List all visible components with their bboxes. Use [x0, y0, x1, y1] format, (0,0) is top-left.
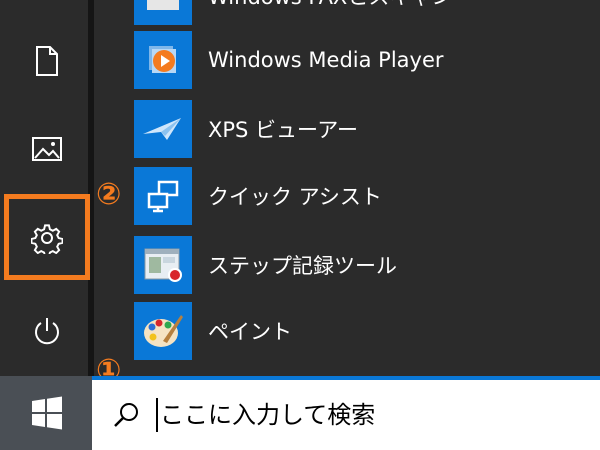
windows-logo-icon [32, 396, 62, 430]
text-caret [156, 398, 158, 432]
app-label: クイック アシスト [208, 185, 382, 209]
xps-viewer-icon [134, 100, 192, 158]
app-label: Windows FAXとスキャン [208, 0, 452, 11]
app-item-quick-assist[interactable]: クイック アシスト [134, 163, 594, 229]
app-item-paint[interactable]: ペイント [134, 298, 594, 364]
settings-button[interactable] [0, 205, 94, 271]
search-icon [112, 401, 140, 429]
taskbar [0, 376, 600, 450]
gear-icon [31, 224, 63, 254]
power-button[interactable] [0, 298, 94, 364]
app-item-fax-scan[interactable]: Windows FAXとスキャン [134, 0, 594, 29]
steps-recorder-icon [134, 236, 192, 294]
start-button[interactable] [0, 376, 94, 450]
app-label: Windows Media Player [208, 48, 444, 72]
power-icon [35, 318, 59, 345]
pictures-button[interactable] [0, 116, 94, 182]
app-item-xps-viewer[interactable]: XPS ビューアー [134, 96, 594, 162]
media-player-icon [134, 31, 192, 89]
search-box[interactable] [92, 376, 600, 450]
search-input[interactable] [160, 401, 540, 429]
app-label: ペイント [208, 320, 292, 344]
documents-button[interactable] [0, 28, 94, 94]
app-label: XPS ビューアー [208, 118, 358, 142]
step-2-marker: ② [96, 177, 122, 212]
app-list: Windows FAXとスキャン Windows Media Player XP… [94, 0, 600, 376]
paint-icon [134, 302, 192, 360]
app-item-steps-recorder[interactable]: ステップ記録ツール [134, 232, 594, 298]
quick-assist-icon [134, 167, 192, 225]
app-label: ステップ記録ツール [208, 254, 397, 278]
fax-scanner-icon [134, 0, 192, 25]
pictures-icon [32, 137, 62, 161]
app-item-windows-media-player[interactable]: Windows Media Player [134, 27, 594, 93]
start-menu-rail [0, 0, 94, 376]
document-icon [36, 46, 58, 76]
